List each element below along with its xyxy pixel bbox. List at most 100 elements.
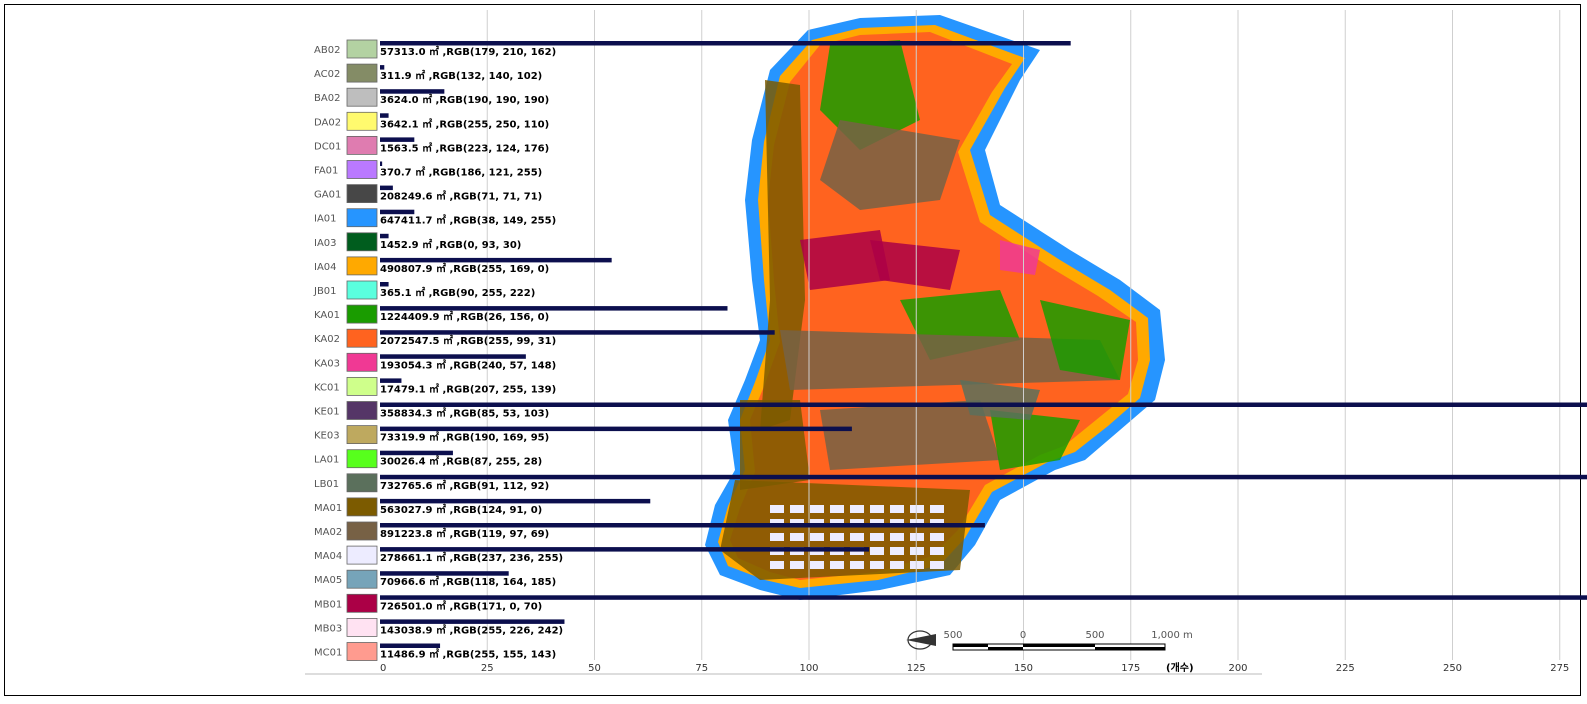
map-parcel <box>890 561 904 569</box>
category-label: BA02 <box>314 93 340 104</box>
row-da02: DA02 3642.1 ㎡ ,RGB(255, 250, 110) <box>314 111 549 131</box>
legend-swatch <box>346 87 378 107</box>
legend-swatch <box>346 593 378 613</box>
map-parcel <box>890 547 904 555</box>
category-label: IA01 <box>314 214 337 225</box>
data-label: 193054.3 ㎡ ,RGB(240, 57, 148) <box>380 358 556 371</box>
bar <box>380 402 1587 407</box>
bar <box>380 354 526 359</box>
row-ba02: BA02 3624.0 ㎡ ,RGB(190, 190, 190) <box>314 87 549 107</box>
row-ia03: IA03 1452.9 ㎡ ,RGB(0, 93, 30) <box>314 232 521 252</box>
x-tick-label: 250 <box>1443 663 1462 674</box>
category-label: GA01 <box>314 190 341 201</box>
bar <box>380 426 852 432</box>
data-label: 11486.9 ㎡ ,RGB(255, 155, 143) <box>380 648 556 661</box>
category-label: AC02 <box>314 69 340 80</box>
x-tick-label: 75 <box>695 663 708 674</box>
legend-swatch <box>346 401 378 420</box>
map-parcel <box>870 547 884 555</box>
data-label: 370.7 ㎡ ,RGB(186, 121, 255) <box>380 166 542 179</box>
x-tick-label: 50 <box>588 663 601 674</box>
category-label: MA01 <box>314 503 342 514</box>
category-label: KA01 <box>314 310 340 321</box>
legend-swatch <box>346 328 378 348</box>
bar <box>380 619 565 624</box>
row-mc01: MC01 11486.9 ㎡ ,RGB(255, 155, 143) <box>314 642 556 661</box>
bar <box>380 571 509 576</box>
compass-icon <box>906 630 936 650</box>
row-mb01: MB01 726501.0 ㎡ ,RGB(171, 0, 70) <box>314 593 1587 613</box>
map-parcel <box>770 561 784 569</box>
category-label: MB03 <box>314 623 342 634</box>
map-parcel <box>810 533 824 541</box>
legend-swatch <box>346 111 378 131</box>
legend-swatch <box>346 280 378 300</box>
x-axis-unit: (개수) <box>1166 661 1194 674</box>
category-label: FA01 <box>314 166 338 177</box>
category-label: MA04 <box>314 551 342 562</box>
map-parcel <box>890 505 904 513</box>
map-parcel <box>830 505 844 513</box>
map-parcel <box>930 505 944 513</box>
bar <box>380 378 402 383</box>
category-label: IA04 <box>314 262 337 273</box>
category-label: MB01 <box>314 599 342 610</box>
data-label: 208249.6 ㎡ ,RGB(71, 71, 71) <box>380 190 542 203</box>
row-ga01: GA01 208249.6 ㎡ ,RGB(71, 71, 71) <box>314 184 542 204</box>
category-label: MA02 <box>314 527 342 538</box>
data-label: 143038.9 ㎡ ,RGB(255, 226, 242) <box>380 623 563 636</box>
map-parcel <box>910 547 924 555</box>
map-parcel <box>790 561 804 569</box>
row-ka03: KA03 193054.3 ㎡ ,RGB(240, 57, 148) <box>314 352 556 372</box>
map-parcel <box>850 533 864 541</box>
bar <box>380 523 985 528</box>
category-label: KA03 <box>314 358 340 369</box>
category-label: KE01 <box>314 407 340 418</box>
map-parcel <box>770 505 784 513</box>
data-label: 490807.9 ㎡ ,RGB(255, 169, 0) <box>380 262 549 275</box>
data-label: 1452.9 ㎡ ,RGB(0, 93, 30) <box>380 238 521 251</box>
bar <box>380 113 389 118</box>
row-ac02: AC02 311.9 ㎡ ,RGB(132, 140, 102) <box>314 63 542 83</box>
bar <box>380 547 870 552</box>
bar <box>380 41 1071 46</box>
data-label: 647411.7 ㎡ ,RGB(38, 149, 255) <box>380 214 556 227</box>
map-parcel <box>870 505 884 513</box>
data-label: 73319.9 ㎡ ,RGB(190, 169, 95) <box>380 431 549 444</box>
scale-bar: 500 0 500 1,000 m <box>943 630 1193 651</box>
data-label: 311.9 ㎡ ,RGB(132, 140, 102) <box>380 69 542 82</box>
map-parcel <box>910 561 924 569</box>
map-parcel <box>790 505 804 513</box>
x-ticks: 0255075100125150175200225250275300325350 <box>380 663 1569 674</box>
category-label: JB01 <box>313 286 337 297</box>
legend-swatch <box>346 376 378 396</box>
bar <box>380 474 1587 480</box>
bar <box>380 643 441 648</box>
row-mb03: MB03 143038.9 ㎡ ,RGB(255, 226, 242) <box>314 618 565 637</box>
bar <box>380 257 612 263</box>
x-tick-label: 225 <box>1336 663 1355 674</box>
x-tick-label: 100 <box>799 663 818 674</box>
bar <box>380 498 651 504</box>
legend-swatch <box>346 135 378 155</box>
row-ka01: KA01 1224409.9 ㎡ ,RGB(26, 156, 0) <box>314 304 728 324</box>
data-label: 732765.6 ㎡ ,RGB(91, 112, 92) <box>380 479 549 492</box>
map-parcel <box>930 533 944 541</box>
bar <box>380 89 445 94</box>
legend-swatch <box>346 618 378 637</box>
bar <box>380 161 383 166</box>
bar <box>380 306 728 311</box>
scale-bar-label: 1,000 m <box>1151 630 1193 641</box>
row-ma05: MA05 70966.6 ㎡ ,RGB(118, 164, 185) <box>314 569 556 589</box>
category-label: KC01 <box>314 382 340 393</box>
bar <box>380 450 453 456</box>
data-label: 30026.4 ㎡ ,RGB(87, 255, 28) <box>380 455 542 468</box>
x-tick-label: 200 <box>1228 663 1247 674</box>
data-label: 57313.0 ㎡ ,RGB(179, 210, 162) <box>380 45 556 58</box>
x-tick-label: 125 <box>907 663 926 674</box>
map-parcel <box>890 533 904 541</box>
data-label: 358834.3 ㎡ ,RGB(85, 53, 103) <box>380 407 549 420</box>
legend-swatch <box>346 425 378 445</box>
map-parcel <box>870 561 884 569</box>
map-parcel <box>830 533 844 541</box>
